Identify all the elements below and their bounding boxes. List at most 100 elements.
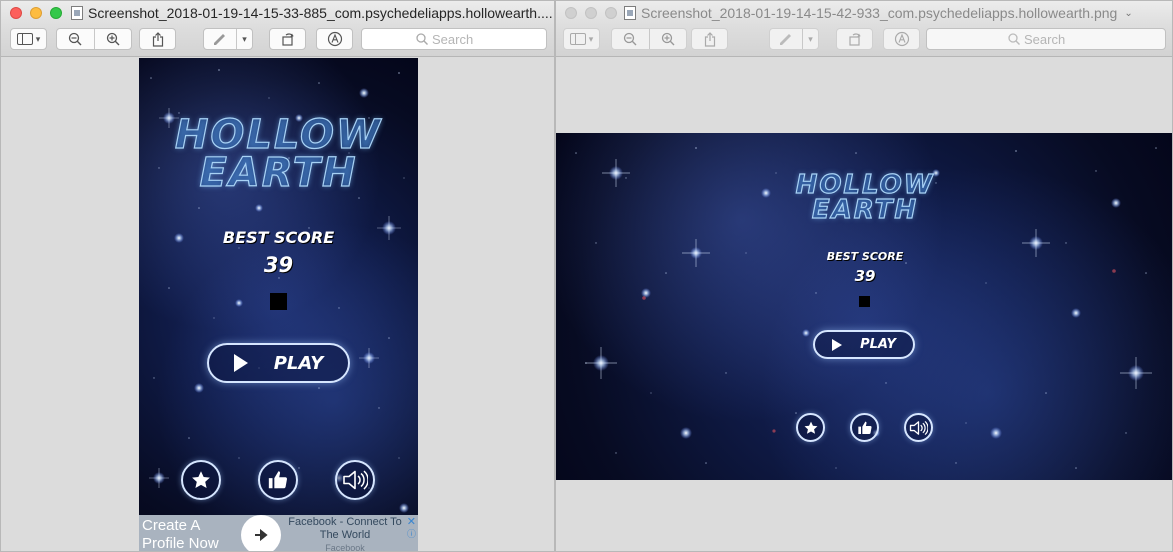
best-score-label: BEST SCORE — [826, 250, 904, 263]
game-logo: HOLLOW EARTH — [174, 112, 383, 196]
markup-pen-icon — [214, 34, 225, 45]
rate-button[interactable] — [796, 413, 825, 442]
zoom-segment — [56, 28, 132, 50]
chevron-down-icon: ▾ — [35, 33, 41, 44]
zoom-in-button[interactable] — [648, 29, 687, 49]
window-title-text: Screenshot_2018-01-19-14-15-33-885_com.p… — [88, 5, 553, 21]
annotate-button[interactable] — [316, 28, 353, 50]
window-title-text: Screenshot_2018-01-19-14-15-42-933_com.p… — [641, 5, 1118, 21]
play-icon — [233, 354, 248, 372]
black-square — [270, 293, 287, 310]
share-icon — [704, 31, 715, 47]
share-button[interactable] — [691, 28, 728, 50]
minimize-window-button[interactable] — [30, 7, 42, 19]
preview-window-left: Screenshot_2018-01-19-14-15-33-885_com.p… — [0, 0, 555, 552]
play-icon — [832, 338, 843, 351]
zoom-out-icon — [69, 32, 82, 46]
sidebar-icon — [569, 33, 586, 45]
rotate-button[interactable] — [836, 28, 873, 50]
zoom-window-button[interactable] — [50, 7, 62, 19]
best-score-label: BEST SCORE — [222, 228, 335, 247]
sidebar-icon — [16, 33, 33, 45]
game-screen-portrait: HOLLOW EARTH BEST SCORE 39 PLAY — [139, 58, 418, 515]
title-bar[interactable]: Screenshot_2018-01-19-14-15-33-885_com.p… — [1, 1, 554, 25]
chevron-down-icon[interactable]: ⌄ — [1124, 8, 1132, 19]
ad-banner[interactable]: Create A Profile Now Facebook - Connect … — [139, 515, 418, 552]
black-square — [859, 296, 870, 307]
annotate-icon — [327, 31, 342, 47]
zoom-out-icon — [624, 32, 637, 46]
ad-description: Facebook - Connect To The World Facebook — [288, 516, 402, 552]
game-screen-landscape: HOLLOW EARTH BEST SCORE 39 PLAY — [556, 133, 1172, 480]
sidebar-toggle-button[interactable]: ▾ — [10, 28, 47, 50]
toolbar: ▾ ▾ — [556, 25, 1172, 57]
document-icon — [624, 6, 636, 20]
search-field[interactable] — [361, 28, 547, 50]
arrow-right-icon — [255, 529, 268, 541]
title-bar[interactable]: Screenshot_2018-01-19-14-15-42-933_com.p… — [556, 1, 1172, 25]
thumbs-up-icon — [857, 421, 872, 434]
search-input[interactable] — [432, 31, 492, 47]
search-input[interactable] — [1024, 31, 1084, 47]
speaker-icon — [343, 470, 368, 490]
markup-menu-button[interactable]: ▾ — [802, 29, 818, 49]
zoom-out-button[interactable] — [612, 29, 649, 49]
star-icon — [804, 421, 817, 434]
ad-info-icon[interactable]: ⓘ — [407, 527, 416, 540]
markup-menu-button[interactable]: ▾ — [236, 29, 252, 49]
image-viewport[interactable]: HOLLOW EARTH BEST SCORE 39 PLAY — [556, 58, 1172, 551]
document-icon — [71, 6, 83, 20]
minimize-window-button[interactable] — [585, 7, 597, 19]
markup-button[interactable] — [204, 29, 236, 49]
window-title: Screenshot_2018-01-19-14-15-33-885_com.p… — [71, 5, 554, 21]
play-button[interactable]: PLAY — [207, 343, 350, 383]
zoom-in-icon — [106, 32, 120, 46]
markup-segment: ▾ — [769, 28, 819, 50]
game-logo: HOLLOW EARTH — [795, 170, 935, 225]
rotate-icon — [281, 33, 293, 46]
play-button[interactable]: PLAY — [813, 330, 915, 359]
zoom-window-button[interactable] — [605, 7, 617, 19]
ad-headline: Create A Profile Now — [142, 517, 219, 552]
best-score-value: 39 — [854, 267, 876, 285]
ad-arrow-button[interactable] — [241, 515, 281, 551]
rotate-icon — [848, 33, 860, 46]
zoom-segment — [611, 28, 687, 50]
zoom-in-icon — [661, 32, 675, 46]
annotate-button[interactable] — [883, 28, 920, 50]
play-label: PLAY — [273, 352, 324, 374]
search-field[interactable] — [926, 28, 1166, 50]
markup-segment: ▾ — [203, 28, 253, 50]
rate-button[interactable] — [181, 460, 221, 500]
window-title: Screenshot_2018-01-19-14-15-42-933_com.p… — [624, 5, 1133, 21]
markup-pen-icon — [780, 34, 791, 45]
window-controls — [565, 7, 617, 19]
like-button[interactable] — [258, 460, 298, 500]
preview-window-right: Screenshot_2018-01-19-14-15-42-933_com.p… — [555, 0, 1173, 552]
image-viewport[interactable]: HOLLOW EARTH BEST SCORE 39 PLAY Create A — [1, 58, 554, 551]
close-window-button[interactable] — [565, 7, 577, 19]
sound-button[interactable] — [335, 460, 375, 500]
chevron-down-icon: ▾ — [588, 33, 594, 44]
close-window-button[interactable] — [10, 7, 22, 19]
search-icon — [1008, 33, 1020, 45]
annotate-icon — [894, 31, 909, 47]
like-button[interactable] — [850, 413, 879, 442]
chevron-down-icon: ▾ — [242, 33, 247, 44]
play-label: PLAY — [860, 337, 896, 352]
star-icon — [192, 471, 210, 488]
zoom-out-button[interactable] — [57, 29, 94, 49]
thumbs-up-icon — [268, 471, 288, 489]
sidebar-toggle-button[interactable]: ▾ — [563, 28, 600, 50]
rotate-button[interactable] — [269, 28, 306, 50]
toolbar: ▾ ▾ — [1, 25, 554, 57]
window-controls — [10, 7, 62, 19]
zoom-in-button[interactable] — [93, 29, 132, 49]
chevron-down-icon: ▾ — [808, 33, 813, 44]
sound-button[interactable] — [904, 413, 933, 442]
search-icon — [416, 33, 428, 45]
speaker-icon — [909, 420, 928, 435]
share-icon — [152, 31, 163, 47]
markup-button[interactable] — [770, 29, 802, 49]
share-button[interactable] — [139, 28, 176, 50]
